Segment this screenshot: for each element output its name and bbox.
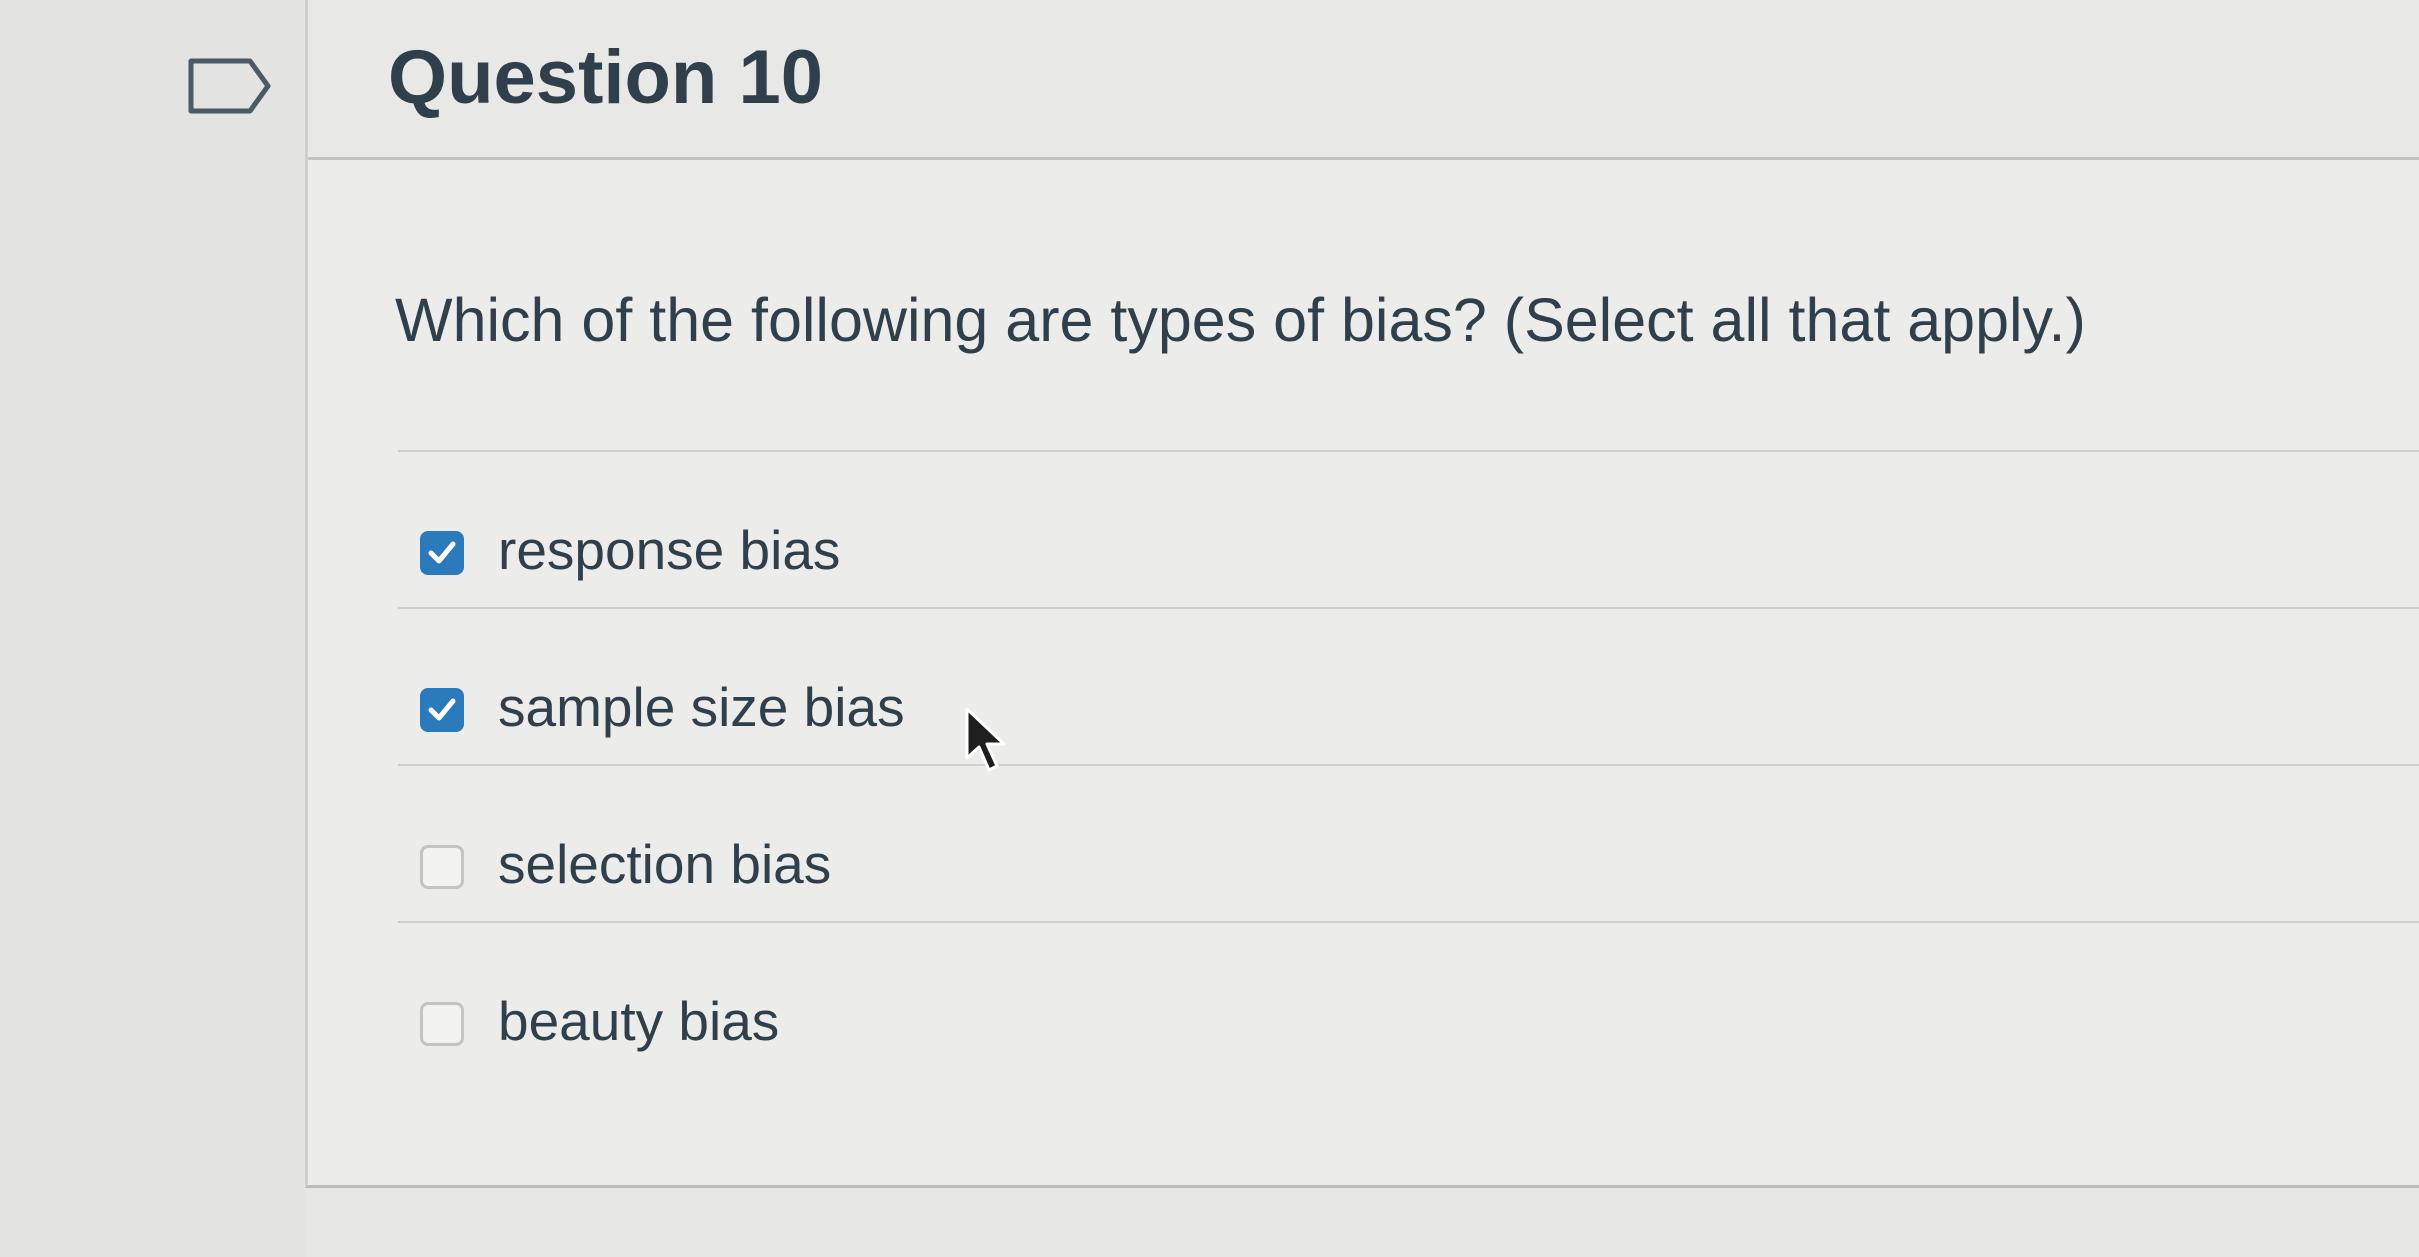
checkbox-unchecked-icon[interactable] — [420, 845, 464, 889]
answer-label: response bias — [498, 519, 841, 581]
flag-question-icon[interactable] — [188, 58, 272, 114]
answer-option-selection-bias[interactable]: selection bias — [398, 766, 2419, 923]
question-text: Which of the following are types of bias… — [395, 286, 2086, 354]
question-header: Question 10 — [308, 0, 2419, 160]
answer-option-beauty-bias[interactable]: beauty bias — [398, 923, 2419, 1078]
answer-label: selection bias — [498, 833, 832, 895]
mouse-pointer-icon — [965, 707, 1006, 772]
question-card: Question 10 Which of the following are t… — [305, 0, 2419, 1188]
answer-list: response bias sample size bias selection… — [398, 450, 2419, 1078]
answer-label: beauty bias — [498, 990, 780, 1052]
question-title: Question 10 — [388, 35, 823, 120]
answer-label: sample size bias — [498, 676, 905, 738]
checkbox-unchecked-icon[interactable] — [420, 1002, 464, 1046]
answer-option-sample-size-bias[interactable]: sample size bias — [398, 609, 2419, 766]
answer-option-response-bias[interactable]: response bias — [398, 452, 2419, 609]
checkbox-checked-icon[interactable] — [420, 688, 464, 732]
checkbox-checked-icon[interactable] — [420, 531, 464, 575]
question-gutter — [0, 0, 305, 1257]
